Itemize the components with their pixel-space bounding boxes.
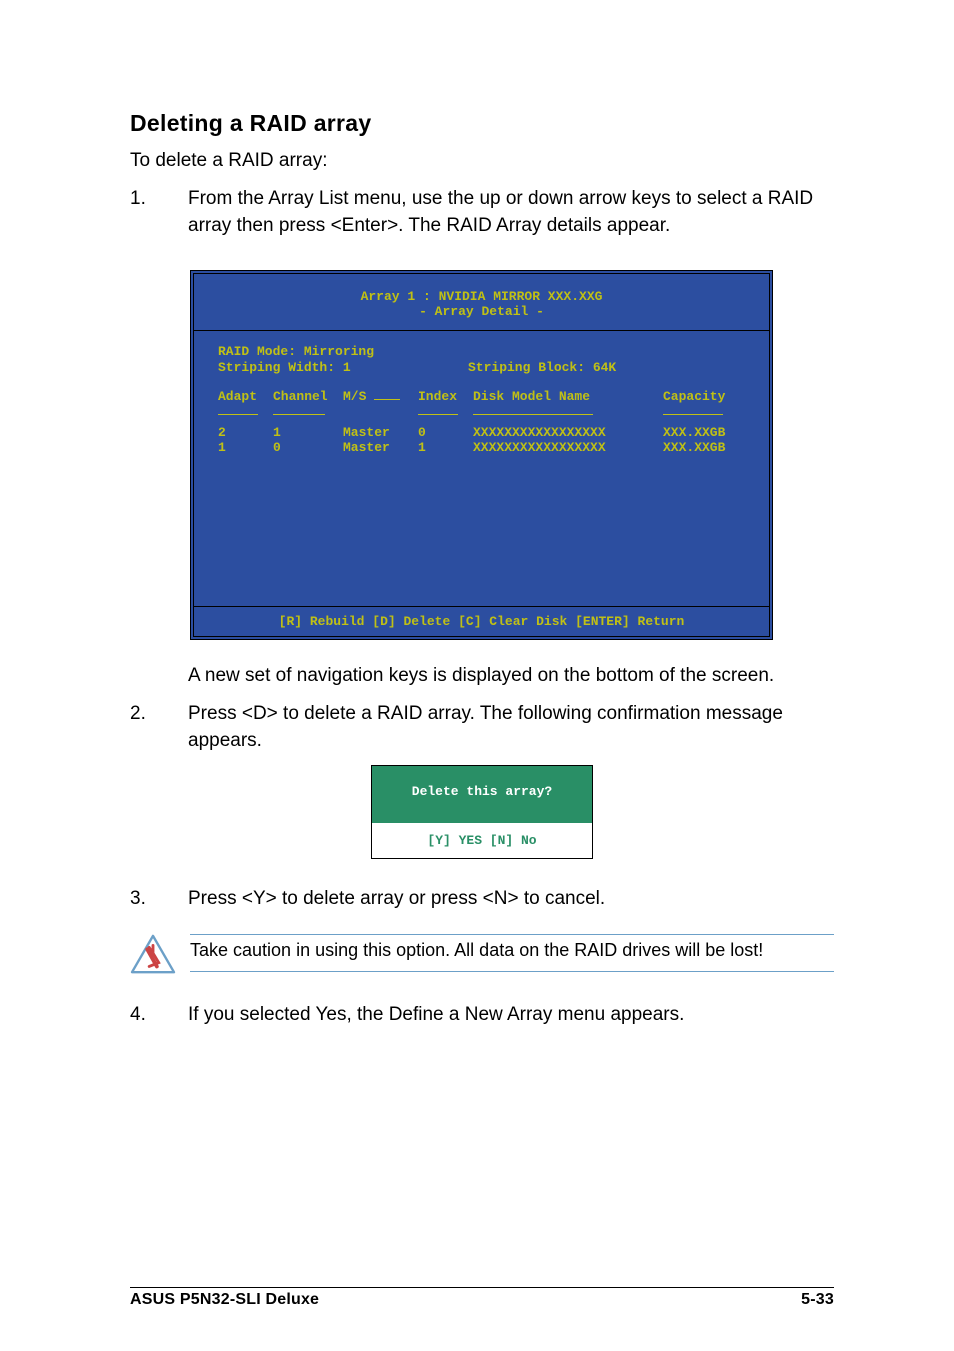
table-row: 2 1 Master 0 XXXXXXXXXXXXXXXXX XXX.XXGB (218, 426, 745, 441)
step-2-text: Press <D> to delete a RAID array. The fo… (188, 703, 783, 752)
cell-model: XXXXXXXXXXXXXXXXX (473, 441, 663, 456)
cell-ms: Master (343, 441, 418, 456)
cell-ms: Master (343, 426, 418, 441)
cell-model: XXXXXXXXXXXXXXXXX (473, 426, 663, 441)
dialog-options: [Y] YES [N] No (372, 823, 592, 858)
step-4-text: If you selected Yes, the Define a New Ar… (188, 1004, 684, 1025)
table-header-row: Adapt Channel M/S Index (218, 390, 745, 420)
hdr-ms: M/S (343, 390, 366, 405)
step-1-text: From the Array List menu, use the up or … (188, 188, 813, 237)
step-number: 4. (130, 1001, 146, 1029)
dialog-question: Delete this array? (372, 766, 592, 823)
hdr-model: Disk Model Name (473, 390, 590, 405)
cell-adapt: 2 (218, 426, 273, 441)
hdr-index: Index (418, 390, 457, 405)
footer-product: ASUS P5N32-SLI Deluxe (130, 1291, 319, 1309)
cell-index: 0 (418, 426, 473, 441)
step-3-text: Press <Y> to delete array or press <N> t… (188, 888, 605, 909)
confirm-dialog: Delete this array? [Y] YES [N] No (371, 765, 593, 859)
section-heading: Deleting a RAID array (130, 110, 834, 137)
hdr-capacity: Capacity (663, 390, 725, 405)
step-number: 3. (130, 885, 146, 913)
striping-block: Striping Block: 64K (468, 361, 616, 376)
step-number: 1. (130, 185, 146, 213)
cell-adapt: 1 (218, 441, 273, 456)
cell-capacity: XXX.XXGB (663, 441, 738, 456)
raid-mode: RAID Mode: Mirroring (218, 345, 745, 360)
cell-channel: 1 (273, 426, 343, 441)
panel-nav-keys: [R] Rebuild [D] Delete [C] Clear Disk [E… (194, 607, 769, 636)
caution-icon (130, 934, 176, 981)
cell-index: 1 (418, 441, 473, 456)
cell-channel: 0 (273, 441, 343, 456)
raid-detail-panel: Array 1 : NVIDIA MIRROR XXX.XXG - Array … (190, 270, 773, 640)
striping-width: Striping Width: 1 (218, 361, 468, 376)
table-row: 1 0 Master 1 XXXXXXXXXXXXXXXXX XXX.XXGB (218, 441, 745, 456)
panel-title-line1: Array 1 : NVIDIA MIRROR XXX.XXG (204, 290, 759, 305)
hdr-adapt: Adapt (218, 390, 257, 405)
step-number: 2. (130, 700, 146, 728)
cell-capacity: XXX.XXGB (663, 426, 738, 441)
hdr-channel: Channel (273, 390, 328, 405)
caution-text: Take caution in using this option. All d… (190, 934, 834, 972)
footer-page: 5-33 (801, 1291, 834, 1309)
intro-text: To delete a RAID array: (130, 147, 834, 175)
panel-title-line2: - Array Detail - (204, 305, 759, 320)
step-1-after-text: A new set of navigation keys is displaye… (188, 665, 774, 686)
